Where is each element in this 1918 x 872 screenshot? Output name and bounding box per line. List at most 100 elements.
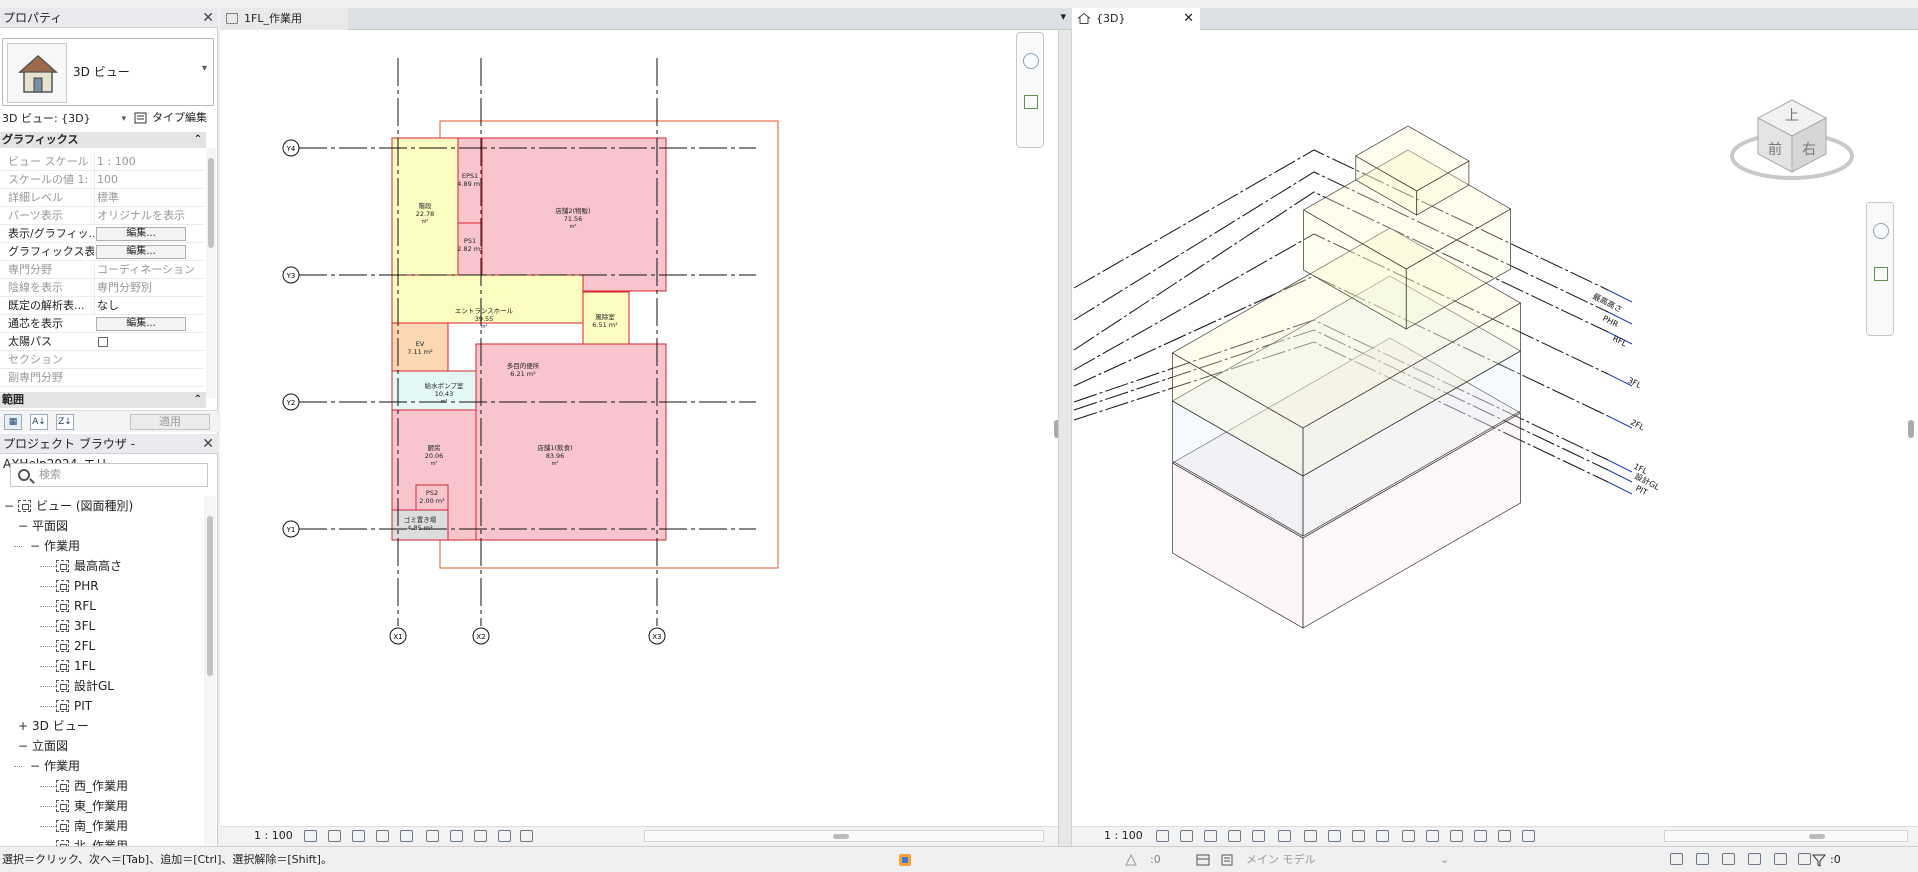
close-icon[interactable]: ✕ — [1183, 8, 1194, 30]
steering-wheel-icon[interactable] — [1023, 53, 1039, 69]
property-row[interactable]: 既定の解析表... なし — [0, 297, 204, 315]
property-row[interactable]: グラフィックス表...編集... — [0, 243, 204, 261]
tree-item[interactable]: − 作業用 — [0, 536, 204, 556]
property-row[interactable]: 副専門分野 — [0, 369, 204, 387]
plan-view-control-icon[interactable] — [474, 830, 487, 842]
edit-button[interactable]: 編集... — [96, 245, 186, 259]
browser-scrollbar[interactable] — [204, 496, 216, 852]
3d-vscroll-thumb[interactable] — [1908, 420, 1914, 438]
property-row[interactable]: スケールの値 1: 100 — [0, 171, 204, 189]
tree-item[interactable]: 西_作業用 — [0, 776, 204, 796]
sort-az-icon[interactable]: A↓ — [30, 414, 48, 430]
collapse-icon[interactable]: ⌃ — [194, 392, 202, 408]
plan-view-control-icon[interactable] — [400, 830, 413, 842]
3d-view-control-icon[interactable] — [1180, 830, 1193, 842]
property-row[interactable]: 通芯を表示 編集... — [0, 315, 204, 333]
selection-option-icon[interactable] — [1670, 853, 1683, 865]
tree-item[interactable]: 設計GL — [0, 676, 204, 696]
selection-option-icon[interactable] — [1696, 853, 1709, 865]
3d-scale[interactable]: 1 : 100 — [1104, 827, 1143, 845]
collapse-icon[interactable]: − — [30, 756, 40, 776]
collapse-icon[interactable]: − — [18, 516, 28, 536]
3d-view-control-icon[interactable] — [1252, 830, 1265, 842]
chevron-down-icon[interactable]: ⌄ — [1440, 847, 1449, 872]
sort-za-icon[interactable]: Z↓ — [56, 414, 74, 430]
plan-canvas[interactable]: X1 X2 X3 Y4 Y3 Y2 Y1 階段 22.78 m² EPS1 4.89 m² 店舗2(物販… — [220, 30, 1072, 826]
3d-view-control-icon[interactable] — [1522, 830, 1535, 842]
plan-navigation-bar[interactable] — [1016, 32, 1044, 148]
design-option-icon[interactable] — [1124, 853, 1138, 867]
property-row[interactable]: 太陽パス — [0, 333, 204, 351]
tree-item[interactable]: 2FL — [0, 636, 204, 656]
property-row[interactable]: 表示/グラフィッ... 編集... — [0, 225, 204, 243]
section-graphics[interactable]: グラフィックス ⌃ — [0, 132, 206, 148]
plan-view-control-icon[interactable] — [304, 830, 317, 842]
property-row[interactable]: 陰線を表示 専門分野別 — [0, 279, 204, 297]
search-input[interactable]: 検索 — [10, 463, 208, 487]
selection-option-icon[interactable] — [1774, 853, 1787, 865]
close-icon[interactable]: ✕ — [202, 8, 214, 28]
floor-plan-drawing[interactable]: X1 X2 X3Y4Y3Y2Y1階段22.78m²EPS14.89 m²店舗2(物販… — [220, 30, 1052, 826]
3d-view-control-icon[interactable] — [1450, 830, 1463, 842]
worksharing-icon[interactable] — [898, 853, 912, 867]
expand-icon[interactable]: + — [18, 716, 28, 736]
plan-view-control-icon[interactable] — [352, 830, 365, 842]
tree-item[interactable]: 東_作業用 — [0, 796, 204, 816]
sun-path-checkbox[interactable] — [98, 337, 108, 347]
selection-option-icon[interactable] — [1722, 853, 1735, 865]
type-selector[interactable]: 3D ビュー ▾ — [2, 38, 214, 106]
tree-item[interactable]: − 平面図 — [0, 516, 204, 536]
properties-scrollbar[interactable] — [206, 148, 216, 398]
tree-item[interactable]: − 作業用 — [0, 756, 204, 776]
property-row[interactable]: ビュー スケール 1 : 100 — [0, 153, 204, 171]
plan-view-control-icon[interactable] — [450, 830, 463, 842]
collapse-icon[interactable]: − — [4, 496, 14, 516]
collapse-icon[interactable]: ⌃ — [194, 132, 202, 148]
section-range[interactable]: 範囲 ⌃ — [0, 392, 206, 408]
3d-view-control-icon[interactable] — [1352, 830, 1365, 842]
filter-icon[interactable] — [1812, 853, 1826, 867]
viewcube[interactable]: 上前 右 — [1730, 99, 1854, 180]
plan-view-control-icon[interactable] — [426, 830, 439, 842]
tree-item[interactable]: +3D ビュー — [0, 716, 204, 736]
tree-item[interactable]: 1FL — [0, 656, 204, 676]
room[interactable] — [475, 343, 667, 541]
steering-wheel-icon[interactable] — [1873, 223, 1889, 239]
tree-item[interactable]: RFL — [0, 596, 204, 616]
3d-view-control-icon[interactable] — [1156, 830, 1169, 842]
tab-3d[interactable]: {3D} ✕ — [1072, 8, 1200, 30]
plan-scale[interactable]: 1 : 100 — [254, 827, 293, 845]
close-icon[interactable]: ✕ — [202, 434, 214, 454]
tree-item[interactable]: 最高高さ — [0, 556, 204, 576]
3d-hscroll[interactable] — [1664, 830, 1908, 842]
list-icon[interactable] — [1220, 853, 1234, 867]
property-row[interactable]: パーツ表示 オリジナルを表示 — [0, 207, 204, 225]
3d-navigation-bar[interactable] — [1866, 202, 1894, 336]
zoom-icon[interactable] — [1024, 95, 1038, 109]
3d-model-drawing[interactable]: 最高高さPHRRFL3FL2FL1FL設計GLPIT上前右 — [1072, 30, 1918, 826]
plan-view-control-icon[interactable] — [376, 830, 389, 842]
type-edit-button[interactable]: タイプ編集 — [134, 108, 216, 128]
plan-hscroll[interactable] — [644, 830, 1044, 842]
tree-item[interactable]: PIT — [0, 696, 204, 716]
edit-button[interactable]: 編集... — [96, 317, 186, 331]
3d-view-control-icon[interactable] — [1426, 830, 1439, 842]
3d-view-control-icon[interactable] — [1498, 830, 1511, 842]
zoom-icon[interactable] — [1874, 267, 1888, 281]
apply-button[interactable]: 適用 — [130, 414, 210, 430]
property-row[interactable]: セクション — [0, 351, 204, 369]
3d-view-control-icon[interactable] — [1376, 830, 1389, 842]
property-row[interactable]: 専門分野 コーディネーション — [0, 261, 204, 279]
plan-view-control-icon[interactable] — [520, 830, 533, 842]
3d-view-control-icon[interactable] — [1402, 830, 1415, 842]
plan-view-control-icon[interactable] — [498, 830, 511, 842]
selection-option-icon[interactable] — [1798, 853, 1811, 865]
3d-view-control-icon[interactable] — [1204, 830, 1217, 842]
chevron-down-icon[interactable]: ▾ — [202, 63, 207, 74]
edit-button[interactable]: 編集... — [96, 227, 186, 241]
3d-view-control-icon[interactable] — [1328, 830, 1341, 842]
3d-view-control-icon[interactable] — [1304, 830, 1317, 842]
plan-view-control-icon[interactable] — [328, 830, 341, 842]
view-splitter[interactable] — [1058, 30, 1072, 846]
tab-plan[interactable]: 1FL_作業用 — [220, 8, 348, 30]
